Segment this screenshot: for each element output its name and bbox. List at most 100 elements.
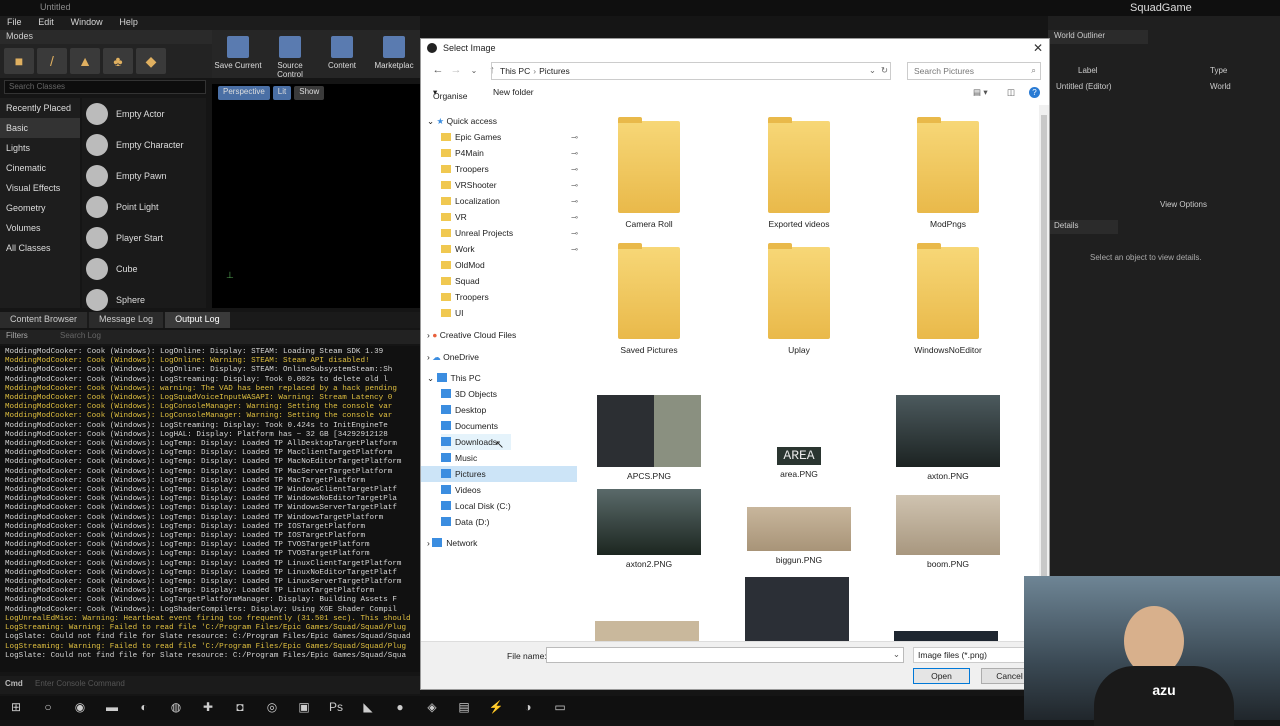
outliner-col-type[interactable]: Type xyxy=(1210,66,1227,75)
image-thumbnail[interactable] xyxy=(595,621,699,641)
modes-tab[interactable]: Modes xyxy=(0,30,212,44)
organise-button[interactable]: Organise ▾ xyxy=(433,87,468,101)
outliner-item-label[interactable]: Untitled (Editor) xyxy=(1056,82,1112,91)
nav-item[interactable]: VR xyxy=(441,209,467,225)
nav-item[interactable]: Squad xyxy=(441,273,480,289)
marketplace-button[interactable]: Marketplac xyxy=(368,30,420,78)
file-explorer-icon[interactable]: ▬ xyxy=(103,700,121,716)
world-outliner-tab[interactable]: World Outliner xyxy=(1048,30,1148,44)
chrome-icon[interactable]: ◉ xyxy=(71,700,89,716)
breadcrumb-this-pc[interactable]: This PC xyxy=(500,66,530,76)
nav-network[interactable]: › Network xyxy=(427,535,477,551)
nav-item[interactable]: Troopers xyxy=(441,289,489,305)
breadcrumb-pictures[interactable]: Pictures xyxy=(539,66,570,76)
nav-item[interactable]: Epic Games xyxy=(441,129,501,145)
folder-tile[interactable]: Camera Roll xyxy=(589,117,709,229)
nav-item[interactable]: Unreal Projects xyxy=(441,225,513,241)
app-icon[interactable]: ● xyxy=(391,700,409,716)
steam-icon[interactable]: ◐ xyxy=(135,700,153,716)
image-tile[interactable]: biggun.PNG xyxy=(739,489,859,565)
nav-item[interactable]: Work xyxy=(441,241,475,257)
menu-edit[interactable]: Edit xyxy=(31,16,61,28)
tab-content-browser[interactable]: Content Browser xyxy=(0,312,88,328)
app-icon[interactable]: ▭ xyxy=(551,700,569,716)
place-item[interactable]: Cube xyxy=(82,253,206,284)
address-bar[interactable]: This PC › Pictures ⌄ ↻ xyxy=(491,62,891,80)
nav-item[interactable]: Local Disk (C:) xyxy=(441,498,511,514)
nav-item[interactable]: UI xyxy=(441,305,464,321)
quick-access[interactable]: ⌄ ★ Quick access xyxy=(427,113,497,129)
folder-tile[interactable]: ModPngs xyxy=(888,117,1008,229)
windows-start-icon[interactable]: ⊞ xyxy=(7,700,25,716)
close-icon[interactable]: ✕ xyxy=(1033,41,1043,55)
category-lights[interactable]: Lights xyxy=(0,138,80,158)
menu-window[interactable]: Window xyxy=(64,16,110,28)
folder-tile[interactable]: WindowsNoEditor xyxy=(888,243,1008,355)
place-item[interactable]: Empty Pawn xyxy=(82,160,206,191)
place-item[interactable]: Player Start xyxy=(82,222,206,253)
image-tile[interactable]: boom.PNG xyxy=(888,489,1008,569)
image-thumbnail[interactable] xyxy=(745,577,849,641)
search-classes-input[interactable]: Search Classes xyxy=(4,80,206,94)
file-type-select[interactable]: Image files (*.png) xyxy=(913,647,1041,663)
folder-tile[interactable]: Saved Pictures xyxy=(589,243,709,355)
file-list-scrollbar[interactable] xyxy=(1039,105,1049,641)
nav-creative-cloud[interactable]: › ● Creative Cloud Files xyxy=(427,327,516,343)
source-control-button[interactable]: Source Control xyxy=(264,30,316,79)
photoshop-icon[interactable]: Ps xyxy=(327,700,345,716)
epic-games-icon[interactable]: ▤ xyxy=(455,700,473,716)
nav-this-pc[interactable]: ⌄ This PC xyxy=(427,370,481,386)
view-options-button[interactable]: View Options xyxy=(1160,200,1207,209)
details-tab[interactable]: Details xyxy=(1048,220,1118,234)
image-thumbnail[interactable] xyxy=(894,631,998,641)
nav-onedrive[interactable]: › ☁ OneDrive xyxy=(427,349,479,365)
app-icon[interactable]: ◍ xyxy=(167,700,185,716)
paint-mode-icon[interactable]: / xyxy=(37,48,67,74)
tab-output-log[interactable]: Output Log xyxy=(165,312,230,328)
nav-item[interactable]: OldMod xyxy=(441,257,485,273)
nav-item[interactable]: Music xyxy=(441,450,477,466)
filters-button[interactable]: Filters xyxy=(6,331,28,340)
discord-icon[interactable]: ◘ xyxy=(231,700,249,716)
tab-message-log[interactable]: Message Log xyxy=(89,312,164,328)
image-tile[interactable]: APCS.PNG xyxy=(589,395,709,481)
refresh-icon[interactable]: ↻ xyxy=(881,65,888,76)
nav-item[interactable]: Data (D:) xyxy=(441,514,489,530)
app-icon[interactable]: ▣ xyxy=(295,700,313,716)
open-button[interactable]: Open xyxy=(913,668,970,684)
app-icon[interactable]: ⚡ xyxy=(487,700,505,716)
place-item[interactable]: Empty Character xyxy=(82,129,206,160)
nav-item[interactable]: Desktop xyxy=(441,402,486,418)
nav-item[interactable]: Videos xyxy=(441,482,481,498)
category-geometry[interactable]: Geometry xyxy=(0,198,80,218)
back-arrow-icon[interactable]: ← xyxy=(429,64,447,76)
place-item[interactable]: Sphere xyxy=(82,284,206,315)
level-viewport[interactable] xyxy=(212,84,420,308)
place-item[interactable]: Empty Actor xyxy=(82,98,206,129)
nav-item[interactable]: VRShooter xyxy=(441,177,497,193)
show-button[interactable]: Show xyxy=(294,86,325,100)
unreal-engine-icon[interactable]: ◑ xyxy=(519,700,537,716)
folder-tile[interactable]: Exported videos xyxy=(739,117,859,229)
nav-item[interactable]: Troopers xyxy=(441,161,489,177)
save-current-button[interactable]: Save Current xyxy=(212,30,264,78)
landscape-mode-icon[interactable]: ▲ xyxy=(70,48,100,74)
outliner-col-label[interactable]: Label xyxy=(1078,66,1098,75)
image-tile[interactable]: axton2.PNG xyxy=(589,489,709,569)
file-name-input[interactable]: ⌄ xyxy=(546,647,904,663)
console-command-input[interactable]: Enter Console Command xyxy=(35,679,125,688)
lit-button[interactable]: Lit xyxy=(272,86,292,100)
category-recently-placed[interactable]: Recently Placed xyxy=(0,98,80,118)
new-folder-button[interactable]: New folder xyxy=(493,87,534,97)
nav-item-selected[interactable]: Pictures xyxy=(421,466,577,482)
forward-arrow-icon[interactable]: → xyxy=(447,64,465,76)
search-pictures-input[interactable]: Search Pictures ⌕ xyxy=(907,62,1041,80)
image-tile[interactable]: axton.PNG xyxy=(888,395,1008,481)
foliage-mode-icon[interactable]: ♣ xyxy=(103,48,133,74)
perspective-button[interactable]: Perspective xyxy=(218,86,270,100)
scrollbar-thumb[interactable] xyxy=(1041,115,1047,585)
category-basic[interactable]: Basic xyxy=(0,118,80,138)
menu-file[interactable]: File xyxy=(0,16,29,28)
category-cinematic[interactable]: Cinematic xyxy=(0,158,80,178)
content-button[interactable]: Content xyxy=(316,30,368,78)
